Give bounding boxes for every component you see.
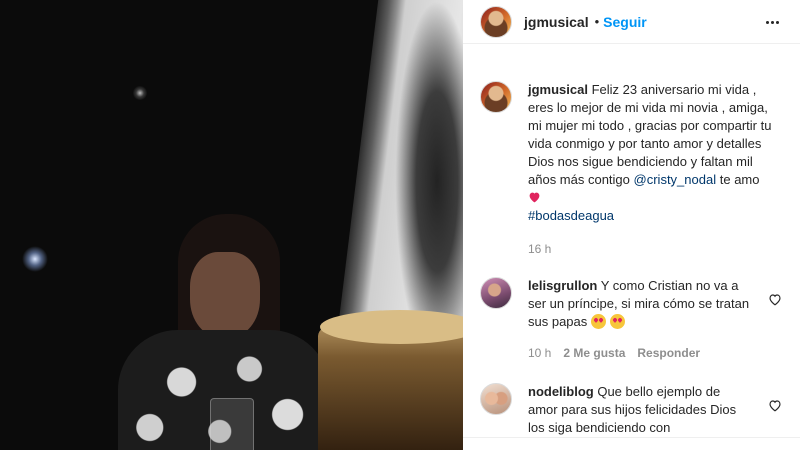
avatar[interactable] [480, 5, 512, 38]
comment-body: lelisgrullon Y como Cristian no va a ser… [528, 277, 758, 362]
caption-username[interactable]: jgmusical [528, 82, 588, 97]
post-video[interactable] [0, 0, 463, 450]
comment-body: nodeliblog Que bello ejemplo de amor par… [528, 383, 743, 437]
caption-time[interactable]: 16 h [528, 240, 551, 258]
background-light [133, 86, 147, 100]
post-sidebar: jgmusical • Seguir jgmusical Feliz 23 an… [463, 0, 800, 450]
comment-row: nodeliblog Que bello ejemplo de amor par… [480, 383, 782, 437]
heart-eyes-emoji [590, 314, 606, 329]
comments-list: jgmusical Feliz 23 aniversario mi vida ,… [463, 45, 800, 437]
heart-outline-icon[interactable] [768, 293, 782, 306]
caption-text-end: te amo [719, 172, 760, 187]
comment-meta: 10 h 2 Me gusta Responder [528, 344, 758, 362]
caption-row: jgmusical Feliz 23 aniversario mi vida ,… [480, 81, 782, 258]
comment-row: lelisgrullon Y como Cristian no va a ser… [480, 277, 782, 362]
heart-eyes-emoji [609, 314, 625, 329]
comment-likes[interactable]: 2 Me gusta [563, 344, 625, 362]
comment-time[interactable]: 10 h [528, 344, 551, 362]
wine-glass [210, 398, 254, 450]
mention-link[interactable]: @cristy_nodal [634, 172, 717, 187]
post-header: jgmusical • Seguir [463, 0, 800, 44]
caption-body: jgmusical Feliz 23 aniversario mi vida ,… [528, 81, 773, 258]
wall-painting [395, 0, 463, 330]
divider [463, 437, 800, 438]
hashtag-link[interactable]: #bodasdeagua [528, 208, 614, 223]
more-horizontal-icon[interactable] [766, 14, 782, 30]
follow-button[interactable]: Seguir [603, 14, 647, 30]
reply-button[interactable]: Responder [637, 344, 700, 362]
heart-outline-icon[interactable] [768, 399, 782, 412]
caption-meta: 16 h [528, 240, 773, 258]
avatar[interactable] [480, 277, 512, 309]
comment-username[interactable]: nodeliblog [528, 384, 594, 399]
person-face [190, 252, 260, 338]
comment-username[interactable]: lelisgrullon [528, 278, 597, 293]
red-heart-emoji [529, 192, 540, 203]
avatar[interactable] [480, 383, 512, 415]
separator-dot: • [594, 14, 600, 29]
avatar[interactable] [480, 81, 512, 113]
background-light [22, 246, 48, 272]
header-username[interactable]: jgmusical [524, 14, 589, 30]
